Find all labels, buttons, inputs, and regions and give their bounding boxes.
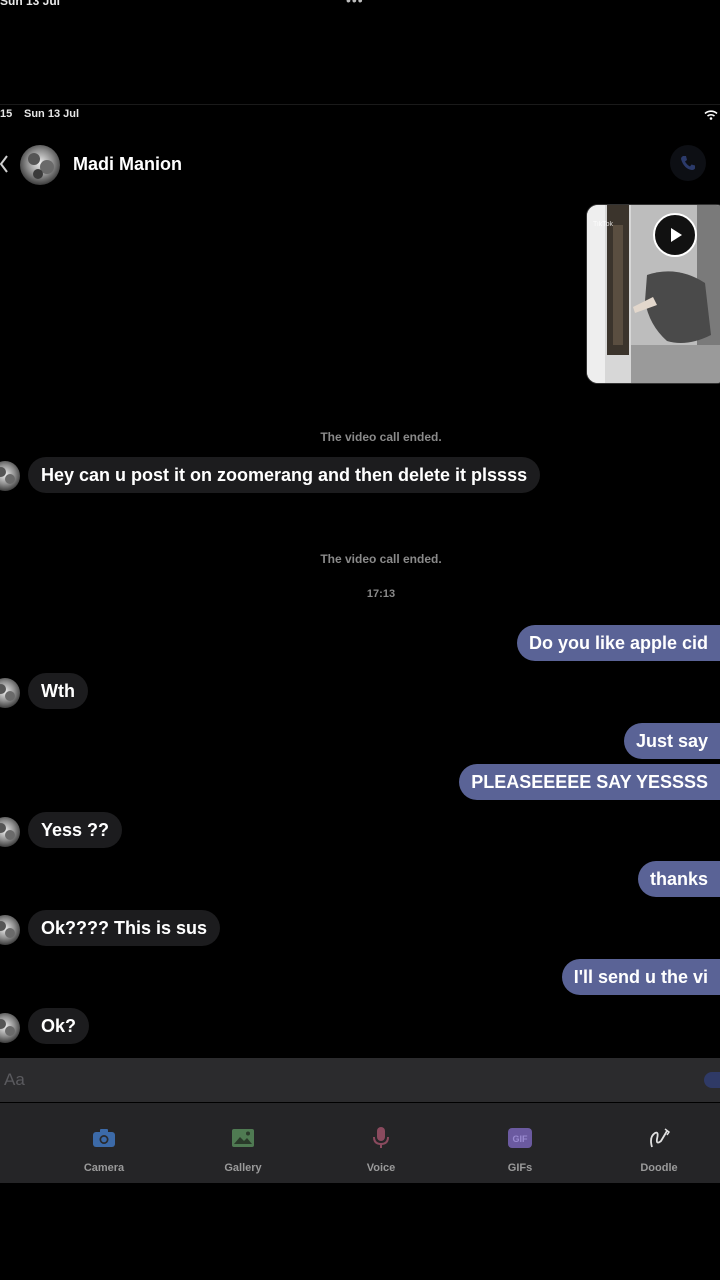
- tiktok-watermark: TikTok: [593, 221, 613, 228]
- message-composer: [0, 1058, 720, 1102]
- message-timestamp: 17:13: [366, 588, 396, 600]
- doodle-icon: [650, 1128, 671, 1148]
- voice-call-button[interactable]: [670, 145, 706, 181]
- camera-button[interactable]: Camera: [54, 1103, 154, 1183]
- gif-icon: GIF: [508, 1128, 532, 1148]
- gifs-button[interactable]: GIF GIFs: [470, 1103, 570, 1183]
- message-input[interactable]: [0, 1058, 700, 1102]
- attachment-toolbar: Camera Gallery Voice GIF GIFs Doodle: [0, 1103, 720, 1183]
- message-avatar[interactable]: [0, 915, 20, 945]
- incoming-message[interactable]: Ok?: [28, 1008, 90, 1044]
- outgoing-message[interactable]: Do you like apple cid: [516, 625, 720, 661]
- voice-label: Voice: [366, 1162, 396, 1174]
- gifs-label: GIFs: [507, 1162, 533, 1174]
- wifi-icon: [704, 110, 718, 120]
- incoming-message[interactable]: Wth: [28, 673, 88, 709]
- svg-text:GIF: GIF: [513, 1134, 529, 1144]
- incoming-message[interactable]: Yess ??: [28, 812, 123, 848]
- chat-header: Madi Manion: [0, 140, 720, 192]
- status-bar: 15 Sun 13 Jul: [0, 108, 720, 122]
- message-avatar[interactable]: [0, 461, 20, 491]
- back-chevron-icon[interactable]: [0, 155, 8, 173]
- doodle-button[interactable]: Doodle: [609, 1103, 709, 1183]
- top-status-text: Sun 13 Jul: [0, 0, 61, 8]
- contact-name[interactable]: Madi Manion: [73, 154, 182, 175]
- contact-avatar[interactable]: [20, 145, 60, 185]
- system-note: The video call ended.: [320, 552, 442, 566]
- send-button[interactable]: [704, 1072, 720, 1088]
- phone-icon: [681, 156, 695, 170]
- gallery-icon: [232, 1129, 254, 1147]
- play-button[interactable]: [653, 213, 697, 257]
- incoming-message[interactable]: Hey can u post it on zoomerang and then …: [28, 457, 541, 493]
- status-date: Sun 13 Jul: [24, 108, 80, 120]
- top-divider: [0, 104, 720, 105]
- message-avatar[interactable]: [0, 1013, 20, 1043]
- microphone-icon: [373, 1127, 389, 1148]
- doodle-label: Doodle: [640, 1162, 678, 1174]
- gallery-label: Gallery: [224, 1162, 262, 1174]
- system-note: The video call ended.: [320, 430, 442, 444]
- camera-label: Camera: [83, 1162, 125, 1174]
- outgoing-message[interactable]: Just say: [623, 723, 720, 759]
- message-avatar[interactable]: [0, 817, 20, 847]
- message-avatar[interactable]: [0, 678, 20, 708]
- voice-button[interactable]: Voice: [331, 1103, 431, 1183]
- incoming-message[interactable]: Ok???? This is sus: [28, 910, 221, 946]
- camera-icon: [93, 1129, 115, 1147]
- gallery-button[interactable]: Gallery: [193, 1103, 293, 1183]
- status-time: 15: [0, 108, 13, 120]
- top-status-dots: •••: [346, 0, 364, 8]
- outgoing-message[interactable]: I'll send u the vi: [561, 959, 720, 995]
- outgoing-message[interactable]: PLEASEEEEE SAY YESSSS: [459, 764, 720, 800]
- shared-video-thumbnail[interactable]: TikTok: [586, 204, 720, 384]
- play-icon: [671, 228, 682, 242]
- outgoing-message[interactable]: thanks: [637, 861, 720, 897]
